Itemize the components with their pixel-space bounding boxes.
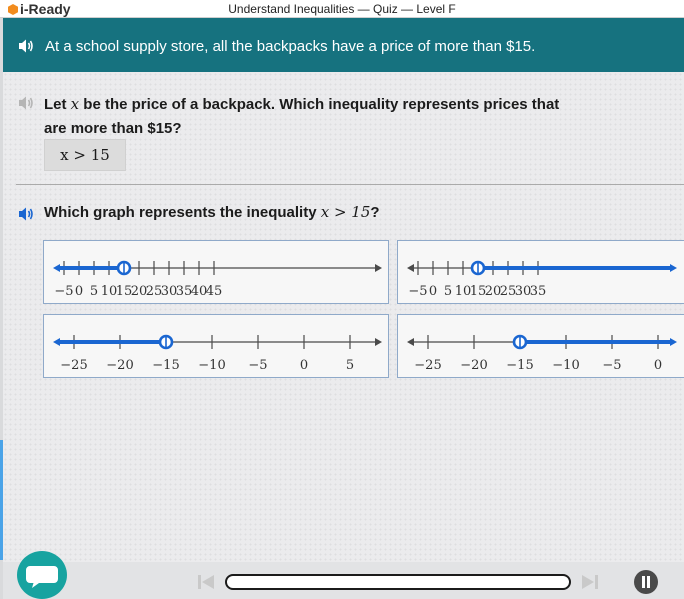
skip-previous-icon[interactable] xyxy=(196,572,216,592)
question-2-inequality: x > 15 xyxy=(320,203,371,221)
chat-bubble-icon[interactable] xyxy=(17,551,67,599)
question-2-suffix: ? xyxy=(370,204,380,221)
tick-label: 5 xyxy=(90,284,98,299)
tick-label: −15 xyxy=(506,358,533,373)
prompt-banner: At a school supply store, all the backpa… xyxy=(3,18,684,72)
tick-label: −10 xyxy=(552,358,579,373)
right-arrow xyxy=(375,264,382,272)
answer-option-c[interactable]: −25 −20 −15 −10 −5 0 5 xyxy=(43,314,389,378)
left-arrow xyxy=(407,264,414,272)
inequality-answer-text: x > 15 xyxy=(60,146,110,164)
tick-label: 5 xyxy=(346,358,354,373)
speaker-icon[interactable] xyxy=(17,95,35,111)
tick-label: −5 xyxy=(408,284,427,299)
tick-label: 0 xyxy=(654,358,662,373)
right-arrow xyxy=(375,338,382,346)
inequality-answer: x > 15 xyxy=(44,139,126,171)
tick-label: −20 xyxy=(460,358,487,373)
question-2-prefix: Which graph represents the inequality xyxy=(44,204,321,221)
tick-label: 0 xyxy=(300,358,308,373)
tick-label: −5 xyxy=(54,284,73,299)
tick-label: 5 xyxy=(444,284,452,299)
answer-option-d[interactable]: −25 −20 −15 −10 −5 0 xyxy=(397,314,684,378)
tick-label: −15 xyxy=(152,358,179,373)
number-line: −25 −20 −15 −10 −5 0 5 xyxy=(53,334,382,373)
speaker-icon[interactable] xyxy=(17,38,35,54)
left-arrow xyxy=(407,338,414,346)
skip-next-icon[interactable] xyxy=(580,572,600,592)
number-line: −5 0 5 1015202530354045 xyxy=(53,260,382,299)
tick-label: −10 xyxy=(198,358,225,373)
divider xyxy=(16,184,684,185)
tick-label: −20 xyxy=(106,358,133,373)
tick-label: −25 xyxy=(414,358,441,373)
question-1-variable: x xyxy=(70,95,80,113)
progress-bar xyxy=(225,574,571,590)
tick-label: 0 xyxy=(429,284,437,299)
question-1-text: Let x be the price of a backpack. Which … xyxy=(44,92,564,141)
speaker-icon[interactable] xyxy=(17,206,35,222)
number-line: −25 −20 −15 −10 −5 0 xyxy=(407,334,677,373)
answer-option-a[interactable]: −5 0 5 10 15 20 25 30 35 40 45 xyxy=(43,240,389,304)
tick-label: 45 xyxy=(206,284,223,299)
tick-label: 35 xyxy=(530,284,547,299)
tick-label: 0 xyxy=(75,284,83,299)
window-title: Understand Inequalities — Quiz — Level F xyxy=(228,2,456,16)
tick-label: −5 xyxy=(602,358,621,373)
banner-text: At a school supply store, all the backpa… xyxy=(45,38,536,55)
number-line: −5 0 5 101520253035 xyxy=(407,260,677,299)
title-bar: i-Ready Understand Inequalities — Quiz —… xyxy=(0,0,684,18)
answer-option-b[interactable]: −5 0 5 10 15 20 25 30 35 xyxy=(397,240,684,304)
question-1-suffix: be the price of a backpack. Which inequa… xyxy=(44,96,560,137)
question-2-text: Which graph represents the inequality x … xyxy=(44,203,380,221)
tick-label: −5 xyxy=(248,358,267,373)
pause-icon[interactable] xyxy=(634,570,658,594)
question-1-prefix: Let xyxy=(44,96,71,113)
tick-label: −25 xyxy=(60,358,87,373)
